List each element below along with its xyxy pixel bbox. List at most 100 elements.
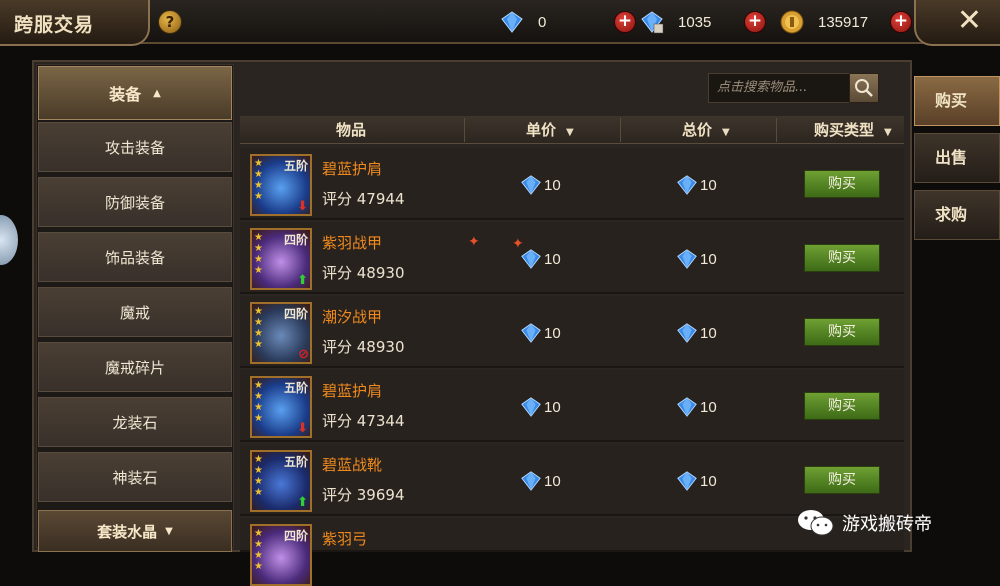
unit-price: 10	[520, 174, 561, 196]
column-buy-type[interactable]: 购买类型 ▼	[814, 116, 892, 144]
star-rating-icon: ★ ★ ★ ★	[254, 380, 263, 424]
unit-price-value: 10	[544, 472, 561, 490]
column-buy-type-label: 购买类型	[814, 121, 875, 139]
bound-diamond-icon	[641, 11, 664, 34]
sort-down-icon: ▼	[566, 127, 574, 138]
chevron-up-icon: ▲	[153, 87, 161, 99]
item-name: 碧蓝护肩	[322, 160, 383, 178]
tab-buy-label: 购买	[935, 91, 968, 110]
tab-request[interactable]: 求购	[914, 190, 1000, 240]
total-price-value: 10	[700, 176, 717, 194]
bound-diamond-currency: 1035 +	[640, 8, 766, 36]
unit-price: 10	[520, 396, 561, 418]
unit-price-value: 10	[544, 324, 561, 342]
item-icon[interactable]: ★ ★ ★ ★ 四阶 ⬆	[250, 228, 312, 290]
category-item-ring-fragment[interactable]: 魔戒碎片	[38, 342, 232, 392]
unit-price-value: 10	[544, 250, 561, 268]
forbidden-icon: ⊘	[298, 347, 309, 362]
unit-price: 10	[520, 248, 561, 270]
diamond-icon	[521, 471, 541, 491]
buy-button[interactable]: 购买	[804, 244, 880, 272]
category-item-label: 防御装备	[104, 193, 165, 212]
floating-assistant-icon[interactable]	[0, 215, 18, 265]
gold-value: 135917	[818, 13, 869, 31]
category-item-label: 龙装石	[112, 413, 158, 432]
diamond-icon	[521, 397, 541, 417]
column-unit-price[interactable]: 单价 ▼	[526, 116, 574, 144]
item-tier: 五阶	[283, 159, 308, 173]
category-item-ring[interactable]: 魔戒	[38, 287, 232, 337]
item-name: 碧蓝战靴	[322, 456, 383, 474]
table-row[interactable]: ★ ★ ★ ★ 四阶 ⬆ 紫羽战甲 评分 48930 10 10 购买	[240, 222, 904, 294]
tab-request-label: 求购	[935, 205, 968, 224]
unit-price: 10	[520, 470, 561, 492]
buy-button[interactable]: 购买	[804, 466, 880, 494]
category-item-attack[interactable]: 攻击装备	[38, 122, 232, 172]
diamond-value: 0	[538, 13, 547, 31]
column-total-price[interactable]: 总价 ▼	[682, 116, 730, 144]
item-tier: 五阶	[283, 381, 308, 395]
table-row[interactable]: ★ ★ ★ ★ 五阶 ⬆ 碧蓝战靴 评分 39694 10 10 购买	[240, 444, 904, 516]
star-rating-icon: ★ ★ ★ ★	[254, 158, 263, 202]
category-footer-crystal[interactable]: 套装水晶 ▼	[38, 510, 232, 552]
tab-sell[interactable]: 出售	[914, 133, 1000, 183]
table-header: 物品 单价 ▼ 总价 ▼ 购买类型 ▼	[240, 116, 904, 144]
search-button[interactable]	[849, 73, 879, 103]
item-icon[interactable]: ★ ★ ★ ★ 五阶 ⬆	[250, 450, 312, 512]
diamond-icon	[677, 397, 697, 417]
buy-button[interactable]: 购买	[804, 170, 880, 198]
total-price: 10	[676, 396, 717, 418]
total-price-value: 10	[700, 398, 717, 416]
sparkle-effect-icon: ✦	[468, 234, 480, 250]
gold-currency: 135917 +	[780, 8, 912, 36]
star-rating-icon: ★ ★ ★ ★	[254, 306, 263, 350]
table-row[interactable]: ★ ★ ★ ★ 五阶 ⬇ 碧蓝护肩 评分 47944 10 10 购买	[240, 148, 904, 220]
unit-price: 10	[520, 322, 561, 344]
search-input[interactable]: 点击搜索物品...	[708, 73, 850, 103]
star-rating-icon: ★ ★ ★ ★	[254, 454, 263, 498]
unit-price-value: 10	[544, 398, 561, 416]
item-icon[interactable]: ★ ★ ★ ★ 五阶 ⬇	[250, 376, 312, 438]
diamond-currency: 0 +	[500, 8, 636, 36]
watermark: 游戏搬砖帝	[796, 508, 932, 538]
unit-price-value: 10	[544, 176, 561, 194]
sparkle-effect-icon: ✦	[512, 236, 524, 252]
total-price: 10	[676, 174, 717, 196]
title-plate: 跨服交易	[0, 0, 150, 46]
tab-buy[interactable]: 购买	[914, 76, 1000, 126]
watermark-text: 游戏搬砖帝	[842, 514, 932, 535]
diamond-icon	[521, 175, 541, 195]
item-icon[interactable]: ★ ★ ★ ★ 四阶	[250, 524, 312, 586]
table-row[interactable]: ★ ★ ★ ★ 五阶 ⬇ 碧蓝护肩 评分 47344 10 10 购买	[240, 370, 904, 442]
column-divider	[776, 118, 777, 142]
bound-diamond-value: 1035	[678, 13, 712, 31]
buy-button[interactable]: 购买	[804, 318, 880, 346]
close-plate: ✕	[914, 0, 1000, 46]
add-bound-diamond-button[interactable]: +	[744, 11, 766, 33]
total-price-value: 10	[700, 324, 717, 342]
down-arrow-icon: ⬇	[297, 421, 308, 436]
item-icon[interactable]: ★ ★ ★ ★ 五阶 ⬇	[250, 154, 312, 216]
buy-button[interactable]: 购买	[804, 392, 880, 420]
item-score: 评分 47944	[322, 190, 405, 208]
add-gold-button[interactable]: +	[890, 11, 912, 33]
item-tier: 四阶	[283, 233, 308, 247]
column-item: 物品	[336, 121, 367, 139]
help-button[interactable]: ?	[158, 10, 182, 34]
item-icon[interactable]: ★ ★ ★ ★ 四阶 ⊘	[250, 302, 312, 364]
close-icon[interactable]: ✕	[957, 6, 982, 36]
item-name: 潮汐战甲	[322, 308, 383, 326]
category-item-divine-stone[interactable]: 神装石	[38, 452, 232, 502]
search-icon	[855, 79, 873, 97]
column-total-price-label: 总价	[682, 121, 713, 139]
category-item-accessory[interactable]: 饰品装备	[38, 232, 232, 282]
up-arrow-icon: ⬆	[297, 273, 308, 288]
total-price: 10	[676, 470, 717, 492]
sort-down-icon: ▼	[722, 127, 730, 138]
add-diamond-button[interactable]: +	[614, 11, 636, 33]
category-item-dragon-stone[interactable]: 龙装石	[38, 397, 232, 447]
table-row[interactable]: ★ ★ ★ ★ 四阶 ⊘ 潮汐战甲 评分 48930 10 10 购买	[240, 296, 904, 368]
category-item-defense[interactable]: 防御装备	[38, 177, 232, 227]
tab-sell-label: 出售	[935, 148, 968, 167]
category-header-equipment[interactable]: 装备 ▲	[38, 66, 232, 120]
